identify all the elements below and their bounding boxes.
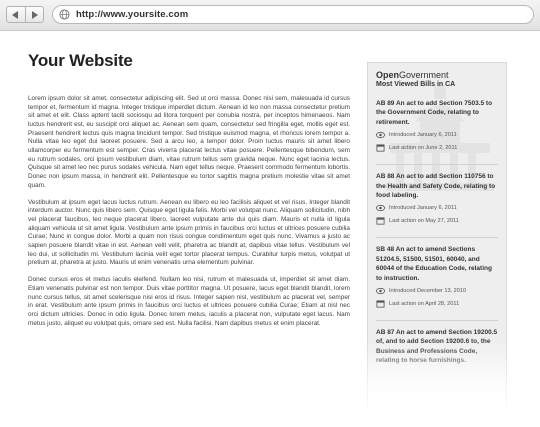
introduced-date: Introduced January 6, 2011 [389, 205, 457, 212]
widget-brand-bold: Open [376, 70, 400, 80]
introduced-row: Introduced January 6, 2011 [376, 204, 498, 212]
bill-title-link[interactable]: AB 88 An act to add Section 110756 to th… [376, 172, 498, 200]
bill-title-link[interactable]: AB 87 An act to amend Section 19200.5 of… [376, 328, 498, 366]
address-bar[interactable]: http://www.yoursite.com [52, 5, 534, 24]
calendar-icon [376, 300, 385, 308]
forward-button[interactable] [24, 7, 44, 22]
eye-icon [376, 205, 385, 212]
last-action-date: Last action on May 27, 2011 [389, 218, 459, 225]
browser-toolbar: http://www.yoursite.com [0, 0, 540, 31]
back-arrow-icon [12, 10, 19, 19]
open-government-widget: OpenGovernment Most Viewed Bills in CA A… [367, 62, 507, 422]
webpage: Your Website Lorem ipsum dolor sit amet,… [0, 31, 540, 427]
bill-list: AB 89 An act to add Section 7503.5 to th… [368, 99, 506, 377]
calendar-icon [376, 144, 385, 152]
eye-icon [376, 287, 385, 295]
bill-title-link[interactable]: AB 89 An act to add Section 7503.5 to th… [376, 99, 498, 127]
introduced-date: Introduced January 6, 2011 [389, 132, 457, 139]
bill-item: AB 87 An act to amend Section 19200.5 of… [376, 328, 498, 377]
bill-title-link[interactable]: SB 48 An act to amend Sections 51204.5, … [376, 245, 498, 283]
article-body: Lorem ipsum dolor sit amet, consectetur … [28, 95, 350, 337]
bill-item: SB 48 An act to amend Sections 51204.5, … [376, 245, 498, 322]
bill-item: AB 88 An act to add Section 110756 to th… [376, 172, 498, 239]
last-action-date: Last action on April 28, 2011 [389, 301, 460, 308]
back-button[interactable] [7, 7, 25, 22]
site-title: Your Website [28, 51, 133, 70]
widget-brand-rest: Government [399, 70, 449, 80]
url-text: http://www.yoursite.com [76, 9, 189, 20]
widget-subtitle: Most Viewed Bills in CA [376, 81, 456, 88]
article-paragraph: Vestibulum at ipsum eget lacus luctus ru… [28, 198, 350, 267]
bill-item: AB 89 An act to add Section 7503.5 to th… [376, 99, 498, 166]
introduced-row: Introduced January 6, 2011 [376, 131, 498, 139]
last-action-row: Last action on April 28, 2011 [376, 300, 498, 308]
article-paragraph: Donec cursus eros et metus iaculis eleif… [28, 276, 350, 327]
article-paragraph: Lorem ipsum dolor sit amet, consectetur … [28, 95, 350, 189]
calendar-icon [376, 217, 385, 225]
navigation-buttons [6, 6, 44, 23]
eye-icon [376, 132, 385, 139]
last-action-row: Last action on May 27, 2011 [376, 217, 498, 225]
globe-icon [59, 9, 70, 20]
introduced-date: Introduced December 13, 2010 [389, 288, 467, 295]
last-action-row: Last action on June 2, 2011 [376, 144, 498, 152]
introduced-row: Introduced December 13, 2010 [376, 287, 498, 295]
widget-brand[interactable]: OpenGovernment [376, 70, 506, 80]
last-action-date: Last action on June 2, 2011 [389, 145, 458, 152]
forward-arrow-icon [31, 10, 38, 19]
widget-header: OpenGovernment Most Viewed Bills in CA [368, 63, 506, 88]
